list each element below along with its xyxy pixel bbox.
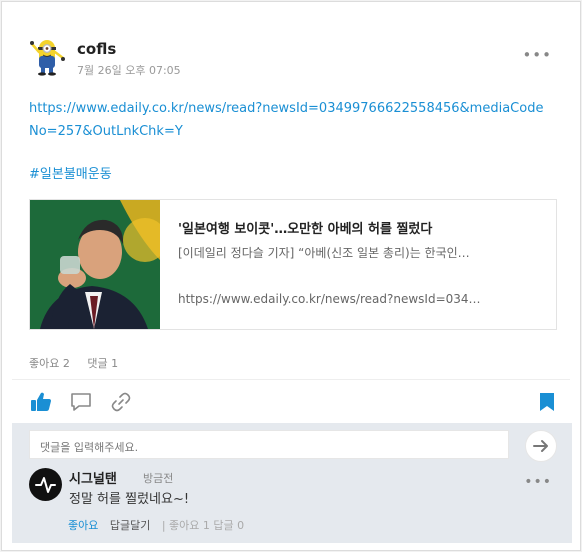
- thumbs-up-icon[interactable]: [29, 390, 53, 414]
- comment-text: 정말 허를 찔렀네요~!: [69, 492, 190, 507]
- chain-link-icon[interactable]: [109, 390, 133, 414]
- preview-description: [이데일리 정다슬 기자] “아베(신조 일본 총리)는 한국인…: [178, 246, 470, 260]
- like-count[interactable]: 좋아요 2: [29, 357, 70, 370]
- post-more-icon[interactable]: •••: [522, 48, 552, 63]
- comment-more-icon[interactable]: •••: [524, 475, 552, 489]
- preview-url[interactable]: https://www.edaily.co.kr/news/read?newsI…: [178, 292, 528, 306]
- post-hashtag[interactable]: #일본불매운동: [29, 163, 112, 182]
- post-link[interactable]: https://www.edaily.co.kr/news/read?newsI…: [29, 97, 549, 143]
- preview-thumbnail: [30, 200, 160, 329]
- bookmark-icon[interactable]: [535, 390, 559, 414]
- comment-count[interactable]: 댓글 1: [87, 357, 118, 370]
- preview-title[interactable]: '일본여행 보이콧'…오만한 아베의 허를 찔렀다: [178, 218, 432, 237]
- link-preview[interactable]: '일본여행 보이콧'…오만한 아베의 허를 찔렀다 [이데일리 정다슬 기자] …: [29, 199, 557, 330]
- comment-timestamp: 방금전: [143, 472, 174, 485]
- comment-author[interactable]: 시그널탠: [69, 468, 117, 487]
- send-button[interactable]: [525, 430, 557, 462]
- author-avatar[interactable]: [29, 36, 67, 76]
- post-timestamp: 7월 26일 오후 07:05: [77, 64, 181, 77]
- post-author[interactable]: cofls: [77, 40, 116, 58]
- post-card: cofls 7월 26일 오후 07:05 ••• https://www.ed…: [1, 1, 581, 551]
- comment-reply-button[interactable]: 답글달기: [110, 519, 150, 532]
- commenter-avatar[interactable]: [29, 468, 62, 501]
- speech-bubble-icon[interactable]: [69, 390, 93, 414]
- reaction-counts: 좋아요 2 댓글 1: [29, 355, 132, 371]
- comment-like-count: | 좋아요 1: [161, 519, 210, 532]
- divider: [12, 379, 570, 380]
- comment-actions: 좋아요 답글달기 | 좋아요 1 답글 0: [68, 517, 244, 533]
- comment-input[interactable]: 댓글을 입력해주세요.: [29, 430, 509, 459]
- comment-reply-count: 답글 0: [213, 519, 245, 532]
- comment-like-button[interactable]: 좋아요: [68, 519, 98, 532]
- comment-section: 댓글을 입력해주세요. 시그널탠 방금전 정말 허를 찔렀네요~! ••• 좋아…: [12, 423, 572, 543]
